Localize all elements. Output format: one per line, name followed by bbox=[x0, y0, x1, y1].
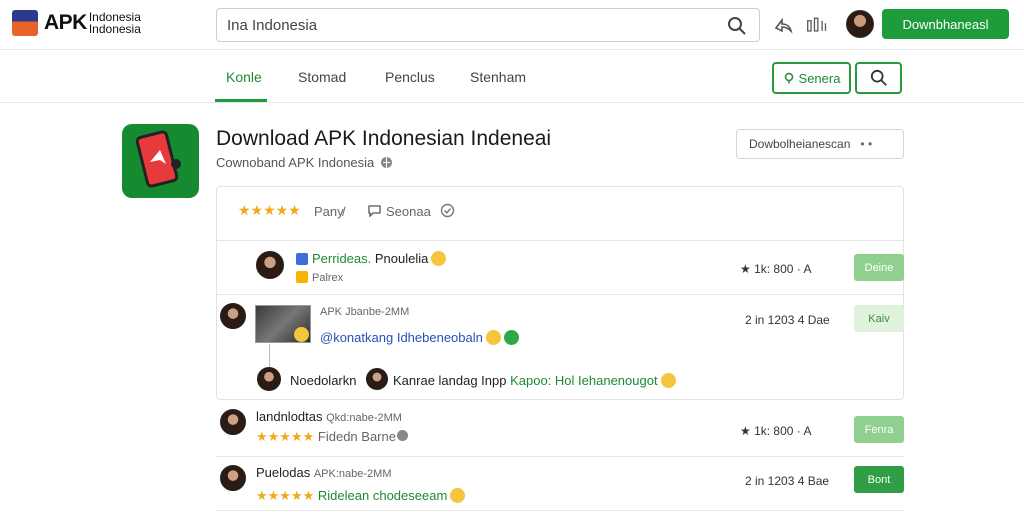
download-button[interactable]: Downbhaneasl bbox=[882, 9, 1009, 39]
review-stat: ★ 1k: 800 · A bbox=[740, 262, 812, 276]
tag-icon bbox=[296, 271, 308, 283]
stats-icon[interactable] bbox=[806, 14, 828, 36]
review-stars: ★★★★★ bbox=[256, 488, 315, 503]
avatar[interactable] bbox=[256, 251, 284, 279]
list-item-title: Puelodas APK:nabe-2MM bbox=[256, 465, 392, 480]
share-icon[interactable] bbox=[772, 14, 794, 36]
rating-stars: ★★★★★ bbox=[238, 202, 301, 218]
reply-thread-line bbox=[269, 344, 270, 368]
verified-icon bbox=[296, 253, 308, 265]
phone-icon bbox=[135, 130, 181, 188]
review-mention[interactable]: @konatkang bbox=[320, 330, 393, 345]
rating-text: Pany bbox=[314, 204, 344, 219]
logo-sub-line-2: Indonesia bbox=[88, 22, 141, 36]
comment-icon[interactable] bbox=[367, 203, 382, 218]
list-item-subtitle: Palrex bbox=[296, 271, 343, 284]
reviewer-name[interactable]: Puelodas bbox=[256, 465, 310, 480]
reviewer-name-extra: Pnoulelia bbox=[374, 251, 429, 266]
nav-search-button[interactable] bbox=[855, 62, 902, 94]
review-action-button[interactable]: Deine bbox=[854, 254, 904, 281]
rating-separator: / bbox=[342, 204, 346, 219]
review-meta: APK Jbanbe-2MM bbox=[320, 306, 410, 318]
review-meta: APK:nabe-2MM bbox=[313, 468, 392, 480]
reviewer-name[interactable]: Perrideas. bbox=[312, 251, 371, 266]
review-action-button[interactable]: Fenra bbox=[854, 416, 904, 443]
location-icon bbox=[784, 72, 793, 84]
avatar[interactable] bbox=[257, 367, 281, 391]
divider bbox=[216, 510, 904, 511]
tab-stenham[interactable]: Stenham bbox=[470, 69, 526, 85]
reviewer-sub: Palrex bbox=[312, 272, 344, 284]
comment-label[interactable]: Seonaa bbox=[386, 204, 431, 219]
emoji-icon bbox=[294, 327, 309, 342]
check-icon bbox=[440, 203, 455, 218]
emoji-icon bbox=[485, 330, 501, 345]
divider bbox=[216, 294, 904, 295]
review-stat: ★ 1k: 800 · A bbox=[740, 424, 812, 438]
dropdown-label: Dowbolheianescan bbox=[749, 137, 851, 151]
avatar[interactable] bbox=[220, 409, 246, 435]
review-stat: 2 in 1203 4 Dae bbox=[745, 313, 830, 327]
review-rating-line: ★★★★★ Ridelean chodeseeam bbox=[256, 488, 466, 504]
app-title: Download APK Indonesian Indeneai bbox=[216, 127, 552, 150]
senera-button[interactable]: Senera bbox=[772, 62, 851, 94]
review-body: @konatkang Idhebeneobaln bbox=[320, 330, 519, 345]
app-icon bbox=[122, 124, 199, 198]
reply-text: Kanrae landag Inpp Kapoo: Hol Iehanenoug… bbox=[393, 373, 676, 388]
search-icon bbox=[870, 69, 887, 86]
senera-label: Senera bbox=[798, 70, 841, 86]
active-tab-indicator bbox=[215, 99, 267, 102]
avatar[interactable] bbox=[220, 465, 246, 491]
avatar[interactable] bbox=[366, 368, 388, 390]
emoji-icon bbox=[503, 330, 519, 345]
chevron-down-icon: • • bbox=[860, 137, 873, 151]
review-text: Ridelean chodeseeam bbox=[317, 488, 448, 503]
globe-icon bbox=[397, 430, 408, 441]
app-subtitle: Cownoband APK Indonesia bbox=[216, 155, 393, 170]
search-bar bbox=[216, 8, 760, 42]
version-dropdown[interactable]: Dowbolheianescan • • bbox=[736, 129, 904, 159]
search-input[interactable] bbox=[217, 9, 697, 41]
search-icon[interactable] bbox=[727, 16, 747, 36]
divider bbox=[216, 456, 904, 457]
reply-text-plain: Kanrae landag Inpp bbox=[393, 373, 507, 388]
reviewer-name[interactable]: landnlodtas bbox=[256, 409, 323, 424]
list-item-title: Perrideas. Pnoulelia bbox=[296, 251, 447, 266]
reply-text-highlight: Kapoo: Hol Iehanenougot bbox=[510, 373, 658, 388]
logo-subtext: Indonesia Indonesia bbox=[89, 11, 141, 35]
review-text: Fidedn Barne bbox=[317, 429, 396, 444]
logo[interactable]: APK Indonesia Indonesia bbox=[12, 10, 141, 36]
reply-name[interactable]: Noedolarkn bbox=[290, 373, 357, 388]
review-meta: Qkd:nabe-2MM bbox=[326, 412, 402, 424]
review-stat: 2 in 1203 4 Bae bbox=[745, 474, 830, 488]
app-subtitle-text: Cownoband APK Indonesia bbox=[216, 155, 375, 170]
review-stars: ★★★★★ bbox=[256, 429, 315, 444]
list-item-title: landnlodtas Qkd:nabe-2MM bbox=[256, 409, 402, 424]
avatar[interactable] bbox=[220, 303, 246, 329]
emoji-icon bbox=[450, 488, 466, 503]
emoji-icon bbox=[660, 373, 676, 388]
review-action-button[interactable]: Kaiv bbox=[854, 305, 904, 332]
review-rating-line: ★★★★★ Fidedn Barne bbox=[256, 429, 396, 445]
tab-stomad[interactable]: Stomad bbox=[298, 69, 346, 85]
globe-icon bbox=[381, 157, 393, 168]
tab-konle[interactable]: Konle bbox=[226, 69, 262, 85]
top-bar: APK Indonesia Indonesia Downbhaneasl bbox=[0, 0, 1024, 50]
review-body-text: Idhebeneobaln bbox=[396, 330, 483, 345]
emoji-icon bbox=[431, 251, 447, 266]
logo-mark-icon bbox=[12, 10, 38, 36]
tab-penclus[interactable]: Penclus bbox=[385, 69, 435, 85]
user-avatar[interactable] bbox=[846, 10, 874, 38]
logo-text: APK bbox=[44, 11, 87, 34]
review-action-button[interactable]: Bont bbox=[854, 466, 904, 493]
